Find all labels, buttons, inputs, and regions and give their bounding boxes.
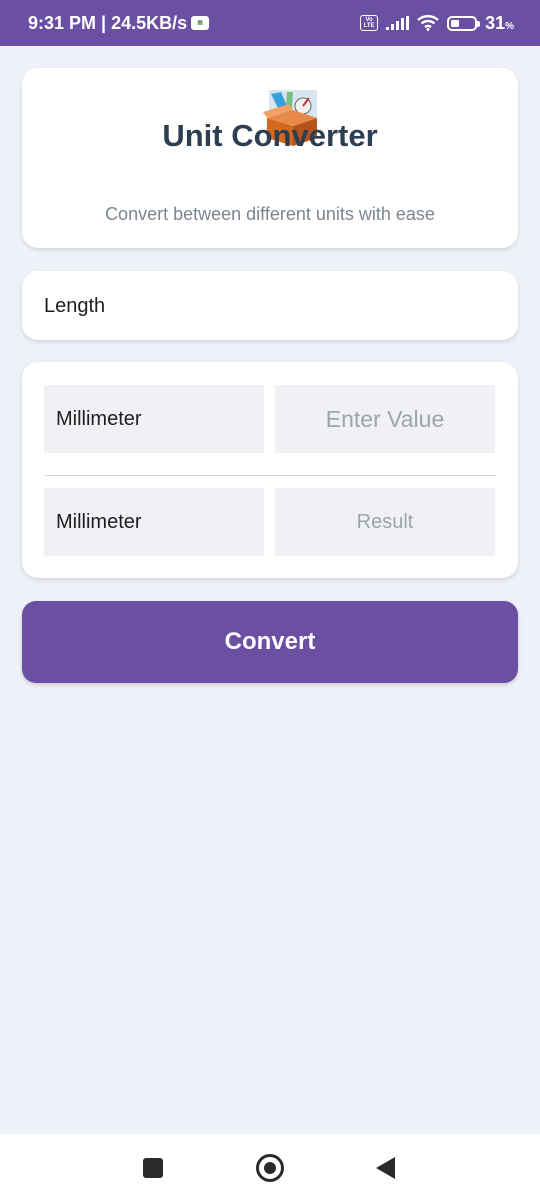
result-text: Result bbox=[356, 510, 414, 533]
status-right: Vo LTE 31% bbox=[360, 13, 514, 34]
battery-percent: 31% bbox=[485, 12, 514, 33]
category-selector[interactable]: Length bbox=[22, 271, 518, 340]
battery-icon bbox=[447, 15, 481, 31]
back-icon[interactable] bbox=[376, 1157, 395, 1179]
app-title: Unit Converter bbox=[162, 118, 378, 153]
result-field: Result bbox=[275, 488, 495, 556]
status-bar: 9:31 PM | 24.5KB/s ▦ Vo LTE 31% bbox=[0, 0, 540, 46]
from-value-input[interactable] bbox=[275, 385, 495, 453]
status-time-speed: 9:31 PM | 24.5KB/s bbox=[28, 12, 188, 33]
recent-apps-icon[interactable] bbox=[143, 1158, 163, 1178]
app-subtitle: Convert between different units with eas… bbox=[105, 204, 435, 224]
volte-bottom-text: LTE bbox=[363, 23, 375, 29]
convert-button-label: Convert bbox=[224, 628, 316, 655]
from-unit-label: Millimeter bbox=[56, 407, 142, 430]
from-value-field[interactable] bbox=[275, 385, 495, 453]
notification-app-icon: ▦ bbox=[191, 16, 210, 30]
category-selected-label: Length bbox=[44, 295, 106, 317]
volte-icon: Vo LTE bbox=[360, 15, 379, 31]
system-nav-bar bbox=[0, 1134, 540, 1200]
to-unit-label: Millimeter bbox=[56, 510, 142, 533]
from-unit-select[interactable]: Millimeter bbox=[44, 385, 264, 453]
converter-card: Millimeter Millimeter Result bbox=[22, 362, 518, 578]
status-left: 9:31 PM | 24.5KB/s ▦ bbox=[28, 12, 210, 34]
convert-button[interactable]: Convert bbox=[22, 601, 518, 683]
divider bbox=[44, 475, 496, 476]
signal-icon bbox=[386, 16, 410, 30]
to-unit-select[interactable]: Millimeter bbox=[44, 488, 264, 556]
wifi-icon bbox=[417, 15, 439, 31]
home-icon[interactable] bbox=[256, 1154, 284, 1182]
header-card: Unit Converter Convert between different… bbox=[22, 68, 518, 248]
